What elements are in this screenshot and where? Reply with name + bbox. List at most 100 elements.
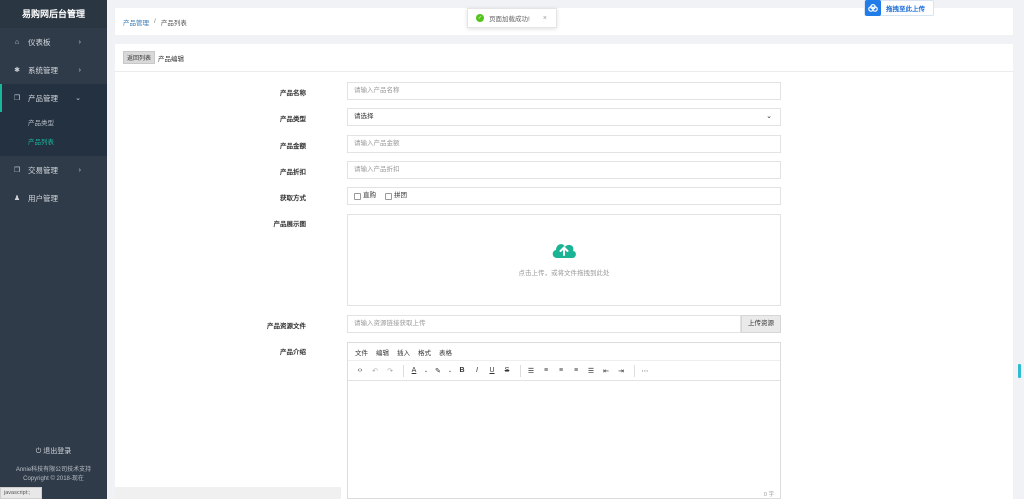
editor-menu-table[interactable]: 表格 bbox=[439, 347, 452, 357]
sidebar-item-users[interactable]: ♟ 用户管理 bbox=[0, 184, 107, 212]
image-dropzone[interactable]: 点击上传，或将文件拖拽到此处 bbox=[347, 214, 781, 306]
drag-upload-badge[interactable]: 拖拽至此上传 bbox=[864, 0, 934, 16]
product-name-label: 产品名称 bbox=[280, 90, 306, 97]
product-type-select[interactable]: 请选择 ⌄ bbox=[347, 108, 781, 126]
home-icon: ⌂ bbox=[14, 38, 20, 46]
sidebar-footer: Annie科技有限公司技术支持 Copyright © 2018-现在 bbox=[0, 466, 107, 484]
product-type-value: 请选择 bbox=[354, 113, 374, 120]
sidebar-item-transactions[interactable]: ❐ 交易管理 › bbox=[0, 156, 107, 184]
editor-menubar: 文件 编辑 插入 格式 表格 bbox=[348, 343, 780, 361]
product-edit-panel: 返回列表 产品编辑 产品名称 请输入产品名称 产品类型 请选择 ⌄ 产品金额 请… bbox=[115, 44, 1013, 499]
sidebar-item-products[interactable]: ❒ 产品管理 ⌄ bbox=[0, 84, 107, 112]
resource-link-input[interactable]: 请输入资源链接获取上传 bbox=[347, 315, 741, 333]
chevron-right-icon: › bbox=[78, 66, 81, 74]
footer-copyright: Copyright © 2018-现在 bbox=[23, 476, 84, 482]
line-height-icon[interactable]: ☰ bbox=[525, 367, 537, 375]
editor-menu-file[interactable]: 文件 bbox=[355, 347, 368, 357]
checkbox-box bbox=[354, 192, 361, 200]
strikethrough-icon[interactable]: S bbox=[501, 367, 513, 374]
align-left-icon[interactable]: ≡ bbox=[540, 367, 552, 374]
scrollbar-thumb[interactable] bbox=[1018, 364, 1021, 378]
indent-icon[interactable]: ⇥ bbox=[615, 367, 627, 375]
sidebar-item-label: 用户管理 bbox=[28, 193, 58, 203]
checkbox-label: 直购 bbox=[363, 192, 376, 199]
undo-icon[interactable]: ↶ bbox=[369, 367, 381, 375]
acquire-method-label: 获取方式 bbox=[280, 195, 306, 202]
product-discount-label: 产品折扣 bbox=[280, 169, 306, 176]
toast-message: 页面加载成功! bbox=[489, 16, 530, 23]
editor-menu-edit[interactable]: 编辑 bbox=[376, 347, 389, 357]
italic-icon[interactable]: I bbox=[471, 367, 483, 374]
cloud-upload-icon bbox=[348, 239, 780, 261]
rich-text-editor: 文件 编辑 插入 格式 表格 ‹› ↶ ↷ A ⌄ ✎ ⌄ B I U S ☰ … bbox=[347, 342, 781, 499]
chevron-down-icon[interactable]: ⌄ bbox=[447, 368, 453, 374]
sidebar-subitem-product-list[interactable]: 产品列表 bbox=[0, 133, 107, 152]
sidebar: 易购网后台管理 ⌂ 仪表板 › ✱ 系统管理 › ❒ 产品管理 ⌄ 产品类型 产… bbox=[0, 0, 107, 499]
logout-label: 退出登录 bbox=[43, 448, 72, 455]
underline-icon[interactable]: U bbox=[486, 367, 498, 374]
copy-icon: ❐ bbox=[13, 167, 21, 174]
footer-shade bbox=[115, 487, 341, 499]
cube-icon: ❒ bbox=[13, 95, 21, 102]
breadcrumb-separator: / bbox=[154, 18, 156, 25]
toolbar-divider bbox=[403, 364, 404, 377]
checkbox-label: 拼团 bbox=[394, 192, 407, 199]
toolbar-divider bbox=[634, 364, 635, 377]
align-center-icon[interactable]: ≡ bbox=[555, 367, 567, 374]
product-intro-label: 产品介绍 bbox=[280, 349, 306, 356]
panel-header: 返回列表 产品编辑 bbox=[115, 44, 1013, 72]
product-type-label: 产品类型 bbox=[280, 116, 306, 123]
sidebar-item-dashboard[interactable]: ⌂ 仪表板 › bbox=[0, 28, 107, 56]
more-icon[interactable]: ⋯ bbox=[639, 367, 651, 375]
logout-button[interactable]: ⏻ 退出登录 bbox=[0, 446, 107, 456]
upload-badge-label: 拖拽至此上传 bbox=[886, 6, 925, 13]
chevron-right-icon: › bbox=[78, 38, 81, 46]
editor-menu-insert[interactable]: 插入 bbox=[397, 347, 410, 357]
source-code-icon[interactable]: ‹› bbox=[354, 367, 366, 374]
product-amount-label: 产品金额 bbox=[280, 143, 306, 150]
upload-resource-button[interactable]: 上传资源 bbox=[741, 315, 781, 333]
align-justify-icon[interactable]: ☰ bbox=[585, 367, 597, 375]
products-submenu: 产品类型 产品列表 bbox=[0, 112, 107, 156]
sidebar-item-label: 交易管理 bbox=[28, 165, 58, 175]
resource-file-label: 产品资源文件 bbox=[267, 323, 306, 330]
checkbox-group-buy[interactable]: 拼团 bbox=[385, 188, 407, 204]
user-icon: ♟ bbox=[13, 195, 21, 202]
text-color-icon[interactable]: A bbox=[408, 367, 420, 374]
outdent-icon[interactable]: ⇤ bbox=[600, 367, 612, 375]
product-amount-input[interactable]: 请输入产品金额 bbox=[347, 135, 781, 153]
highlight-icon[interactable]: ✎ bbox=[432, 367, 444, 375]
editor-toolbar: ‹› ↶ ↷ A ⌄ ✎ ⌄ B I U S ☰ ≡ ≡ ≡ ☰ ⇤ ⇥ ⋯ bbox=[348, 361, 780, 381]
editor-content-area[interactable] bbox=[348, 381, 780, 493]
footer-support: Annie科技有限公司技术支持 bbox=[15, 467, 92, 473]
breadcrumb-current: 产品列表 bbox=[160, 19, 187, 27]
cloud-upload-icon bbox=[865, 0, 881, 16]
chevron-down-icon: ⌄ bbox=[766, 113, 772, 120]
acquire-method-group: 直购 拼团 bbox=[347, 187, 781, 205]
redo-icon[interactable]: ↷ bbox=[384, 367, 396, 375]
checkbox-direct-buy[interactable]: 直购 bbox=[354, 188, 376, 204]
checkbox-box bbox=[385, 192, 392, 200]
panel-title: 产品编辑 bbox=[158, 55, 185, 63]
breadcrumb-link-products[interactable]: 产品管理 bbox=[123, 17, 149, 27]
close-icon[interactable]: × bbox=[543, 15, 547, 22]
back-to-list-button[interactable]: 返回列表 bbox=[123, 51, 156, 64]
product-name-input[interactable]: 请输入产品名称 bbox=[347, 82, 781, 100]
word-count: 0 字 bbox=[763, 492, 774, 498]
product-discount-input[interactable]: 请输入产品折扣 bbox=[347, 161, 781, 179]
sidebar-item-system[interactable]: ✱ 系统管理 › bbox=[0, 56, 107, 84]
chevron-down-icon[interactable]: ⌄ bbox=[423, 368, 429, 374]
check-circle-icon: ✓ bbox=[476, 14, 484, 22]
chevron-down-icon: ⌄ bbox=[75, 95, 81, 102]
chevron-right-icon: › bbox=[78, 166, 81, 174]
editor-menu-format[interactable]: 格式 bbox=[418, 347, 431, 357]
sidebar-item-label: 仪表板 bbox=[28, 37, 51, 47]
align-right-icon[interactable]: ≡ bbox=[570, 367, 582, 374]
dropzone-hint: 点击上传，或将文件拖拽到此处 bbox=[518, 270, 610, 277]
browser-status-bar: javascript:; bbox=[0, 487, 42, 499]
sidebar-subitem-product-types[interactable]: 产品类型 bbox=[0, 114, 107, 133]
success-toast: ✓ 页面加载成功! × bbox=[467, 8, 557, 28]
sidebar-item-label: 产品管理 bbox=[28, 93, 58, 103]
toolbar-divider bbox=[520, 364, 521, 377]
bold-icon[interactable]: B bbox=[456, 367, 468, 374]
